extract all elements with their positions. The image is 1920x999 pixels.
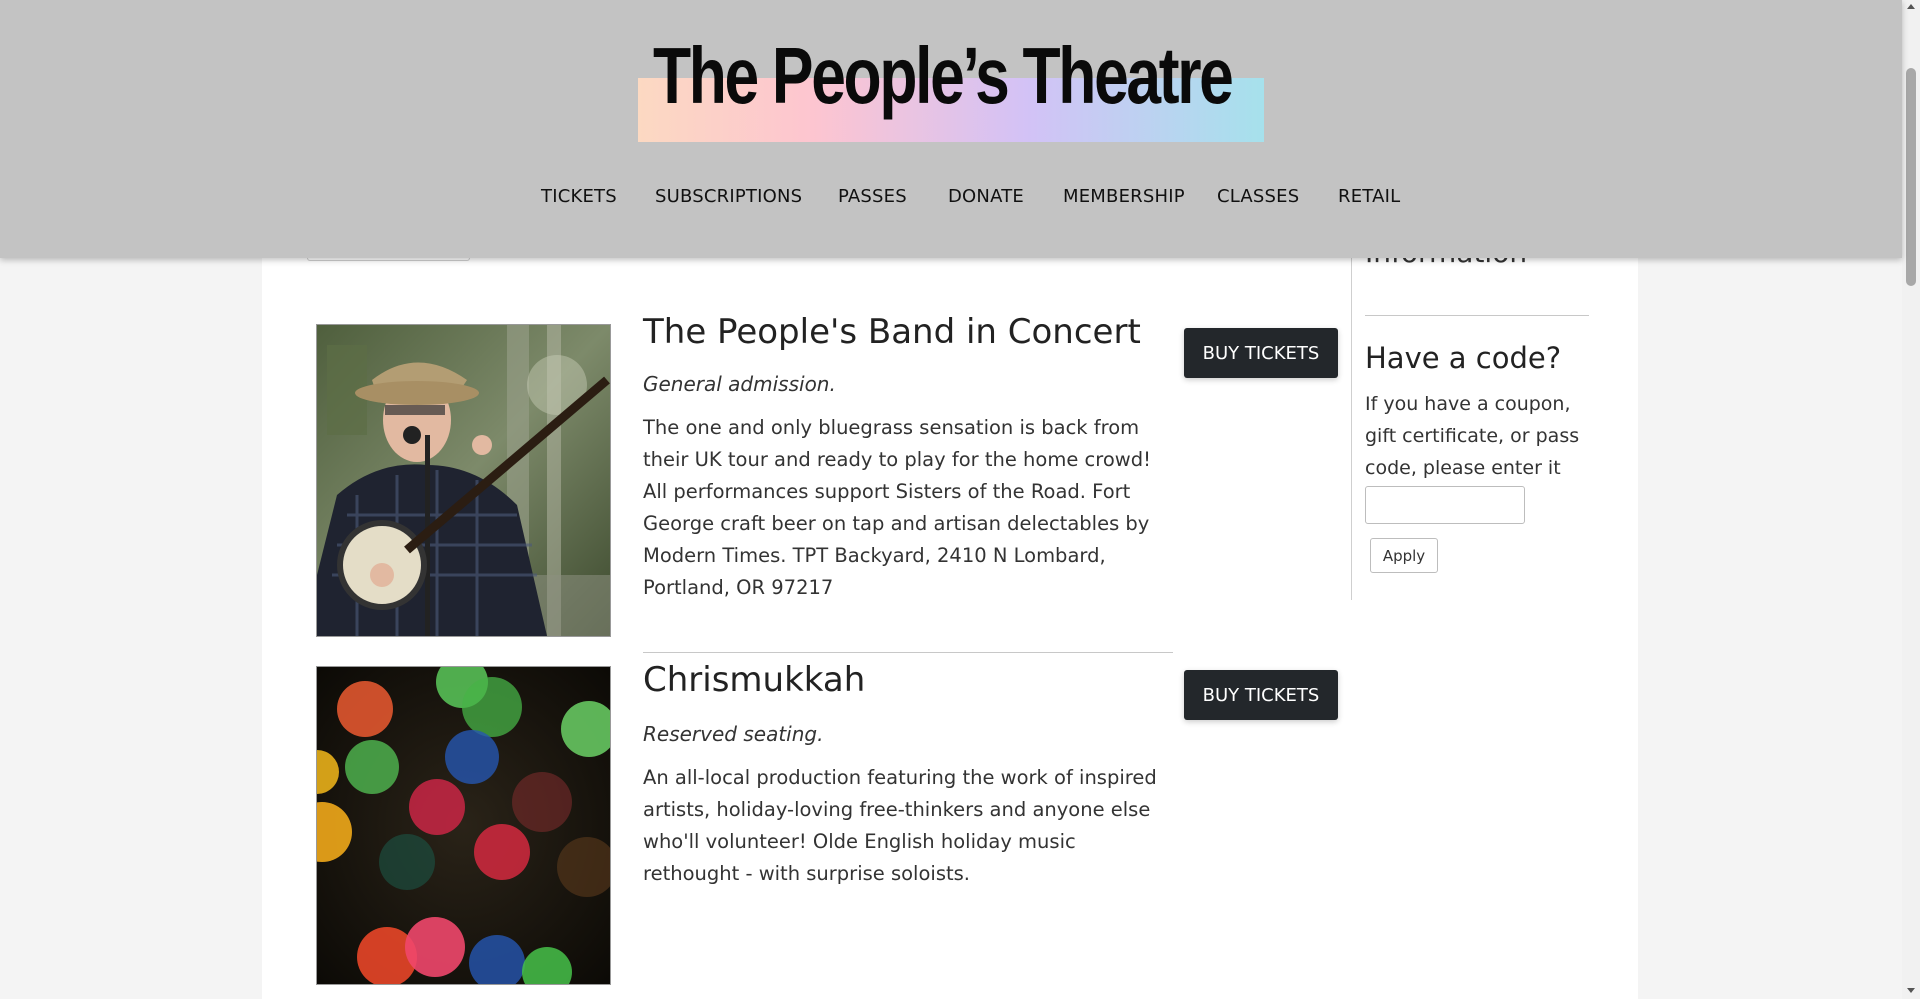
buy-tickets-button[interactable]: BUY TICKETS	[1184, 328, 1338, 378]
event-title[interactable]: Chrismukkah	[643, 660, 865, 700]
event-image-band[interactable]	[316, 324, 611, 637]
event-image-chrismukkah[interactable]	[316, 666, 611, 985]
buy-tickets-button[interactable]: BUY TICKETS	[1184, 670, 1338, 720]
sidebar-rule	[1365, 315, 1589, 316]
colorful-bokeh-lights-photo	[317, 667, 610, 984]
nav-membership[interactable]: MEMBERSHIP	[1063, 186, 1185, 207]
nav-classes[interactable]: CLASSES	[1217, 186, 1299, 207]
event-description: An all-local production featuring the wo…	[643, 766, 1157, 885]
event-seating: General admission.	[643, 372, 836, 396]
page-scrollbar[interactable]	[1902, 0, 1920, 999]
event-description: The one and only bluegrass sensation is …	[643, 416, 1151, 599]
site-header: The People’s Theatre TICKETS SUBSCRIPTIO…	[0, 0, 1902, 258]
nav-tickets[interactable]: TICKETS	[541, 186, 617, 207]
event-seating: Reserved seating.	[643, 722, 824, 746]
nav-passes[interactable]: PASSES	[838, 186, 907, 207]
scroll-up-arrow-icon[interactable]	[1907, 4, 1915, 9]
event-title[interactable]: The People's Band in Concert	[643, 312, 1141, 352]
nav-retail[interactable]: RETAIL	[1338, 186, 1400, 207]
sidebar-divider	[1351, 230, 1352, 600]
logo-text: The People’s Theatre	[653, 31, 1234, 120]
event-divider	[643, 652, 1173, 653]
apply-code-button[interactable]: Apply	[1370, 538, 1438, 573]
have-a-code-heading: Have a code?	[1365, 341, 1562, 375]
main-nav: TICKETS SUBSCRIPTIONS PASSES DONATE MEMB…	[0, 186, 1902, 210]
banjo-player-photo	[317, 325, 610, 636]
site-logo[interactable]: The People’s Theatre	[638, 36, 1264, 144]
nav-donate[interactable]: DONATE	[948, 186, 1024, 207]
scroll-down-arrow-icon[interactable]	[1907, 988, 1915, 993]
nav-subscriptions[interactable]: SUBSCRIPTIONS	[655, 186, 802, 207]
scrollbar-thumb[interactable]	[1906, 68, 1916, 286]
promo-code-input[interactable]	[1365, 486, 1525, 524]
